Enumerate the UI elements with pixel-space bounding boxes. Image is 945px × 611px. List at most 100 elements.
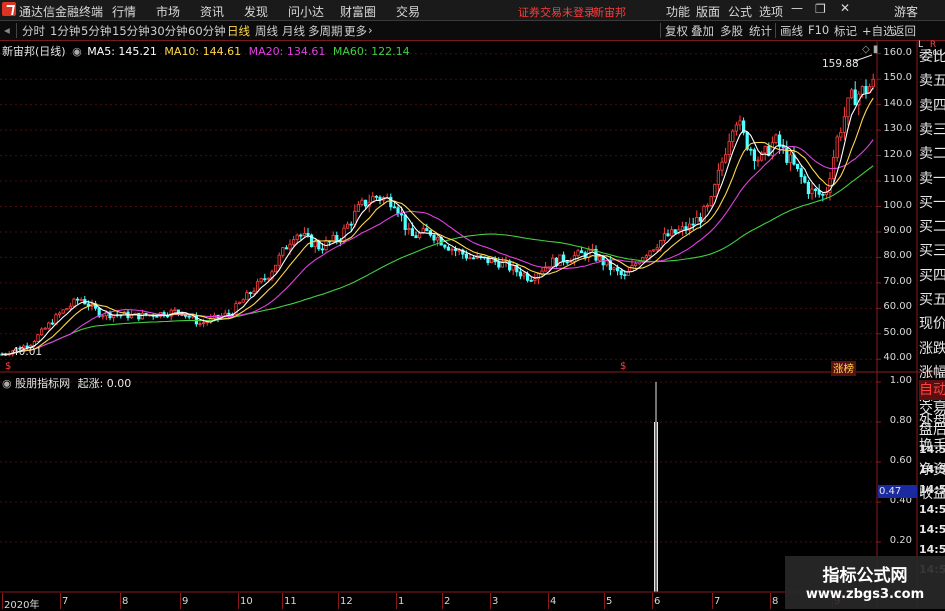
quote-label[interactable]: 买二 [919, 215, 945, 239]
quote-label[interactable]: 买五 [919, 288, 945, 312]
menu-item-gongshi[interactable]: 公式 [728, 3, 752, 20]
candle-body [558, 254, 562, 267]
candle-body [392, 206, 397, 209]
btn-tongji[interactable]: 统计 [749, 23, 772, 39]
quote-label[interactable]: 买三 [919, 239, 945, 263]
menu-item-shichang[interactable]: 市场 [156, 3, 180, 20]
candle-body [263, 278, 267, 281]
candle-body [662, 233, 667, 241]
btn-duogu[interactable]: 多股 [720, 23, 743, 39]
quote-label[interactable]: 卖四 [919, 94, 945, 118]
candle-body [76, 298, 80, 301]
candle-body [540, 270, 544, 275]
btn-diejia[interactable]: 叠加 [691, 23, 714, 39]
sub-y-tick-label: 0.80 [889, 415, 912, 426]
menu-item-banmian[interactable]: 版面 [696, 3, 720, 20]
watermark-title: 指标公式网 [822, 566, 908, 586]
trade-label[interactable]: 交易 [919, 400, 945, 420]
quote-label[interactable]: 卖五 [919, 69, 945, 93]
x-tick-mark [120, 593, 121, 609]
quote-label[interactable]: 委比 [919, 45, 945, 69]
candle-body [842, 116, 847, 133]
guest-label[interactable]: 游客 [894, 3, 918, 20]
quote-label[interactable]: 涨跌 [919, 337, 945, 361]
candle-body [291, 239, 296, 245]
menu-item-caifuquan[interactable]: 财富圈 [340, 3, 376, 20]
menu-item-hangqing[interactable]: 行情 [112, 3, 136, 20]
candle-body [565, 261, 569, 264]
trade-label[interactable]: 盘后 [919, 420, 945, 440]
dividend-marker-icon[interactable]: $ [620, 361, 626, 372]
ma10-label: MA10: 144.61 [164, 45, 242, 58]
candle-body [716, 169, 721, 185]
btn-huaxian[interactable]: 画线 [780, 23, 803, 39]
collapse-icon[interactable]: ◂ [4, 23, 10, 37]
minimize-icon[interactable]: — [791, 1, 803, 15]
chevron-right-icon[interactable]: › [368, 23, 373, 37]
candle-body [363, 199, 368, 207]
menu-item-gongneng[interactable]: 功能 [666, 3, 690, 20]
candle-body [464, 253, 469, 259]
tab-5min[interactable]: 5分钟 [81, 23, 111, 39]
tab-fenshi[interactable]: 分时 [22, 23, 45, 39]
candle-body [698, 217, 703, 222]
trade-label[interactable]: 14:56 [919, 480, 945, 500]
quote-label[interactable]: 现价 [919, 312, 945, 336]
candle-body [720, 161, 724, 171]
kline-chart[interactable] [0, 41, 945, 609]
tab-daily[interactable]: 日线 [227, 23, 250, 39]
btn-back[interactable]: 返回 [893, 23, 916, 39]
indicator-settings-icon[interactable]: ◉ [2, 377, 12, 390]
candle-body [497, 261, 501, 268]
candle-body [612, 267, 616, 271]
menu-item-zixun[interactable]: 资讯 [200, 3, 224, 20]
trade-label[interactable]: 14:56 [919, 500, 945, 520]
trade-label[interactable]: 14:56 [919, 520, 945, 540]
tab-15min[interactable]: 15分钟 [112, 23, 150, 39]
quote-label[interactable]: 卖一 [919, 167, 945, 191]
candle-body [245, 292, 249, 301]
menu-item-wenxiaoda[interactable]: 问小达 [288, 3, 324, 20]
candle-body [403, 214, 407, 230]
indicator-value: 起涨: 0.00 [77, 377, 132, 390]
candle-body [241, 299, 245, 303]
quote-label[interactable]: 买四 [919, 264, 945, 288]
login-status[interactable]: 证券交易未登录 [518, 4, 595, 20]
candle-body [273, 264, 278, 273]
btn-f10[interactable]: F10 [808, 23, 829, 37]
zhangbang-badge[interactable]: 涨榜 [831, 361, 856, 376]
tab-monthly[interactable]: 月线 [282, 23, 305, 39]
x-tick-label: 3 [492, 596, 499, 607]
tab-30min[interactable]: 30分钟 [150, 23, 188, 39]
btn-add-watchlist[interactable]: +自选 [862, 23, 895, 39]
tab-multi-period[interactable]: 多周期 [308, 23, 343, 39]
quote-label[interactable]: 卖二 [919, 142, 945, 166]
menu-item-xuanxiang[interactable]: 选项 [759, 3, 783, 20]
menu-item-jiaoyi[interactable]: 交易 [396, 3, 420, 20]
auto-toggle[interactable]: 自动 [919, 380, 945, 400]
restore-icon[interactable]: ❐ [815, 2, 826, 16]
settings-icon[interactable]: ◉ [72, 45, 82, 58]
quote-label[interactable]: 买一 [919, 191, 945, 215]
menu-item-faxian[interactable]: 发现 [244, 3, 268, 20]
trade-label[interactable]: 14:56 [919, 440, 945, 460]
candle-body [360, 199, 364, 205]
candle-body [605, 260, 609, 266]
chart-options-icon[interactable]: ◇ ▮ [862, 44, 878, 55]
tab-more[interactable]: 更多 [344, 23, 367, 39]
candle-body [58, 312, 62, 316]
candle-body [266, 277, 271, 280]
btn-biaoji[interactable]: 标记 [834, 23, 857, 39]
tab-weekly[interactable]: 周线 [255, 23, 278, 39]
candle-body [443, 244, 447, 248]
dividend-marker-icon[interactable]: $ [5, 361, 11, 372]
btn-fuquan[interactable]: 复权 [665, 23, 688, 39]
close-icon[interactable]: ✕ [840, 1, 850, 15]
tab-1min[interactable]: 1分钟 [50, 23, 80, 39]
quote-label[interactable]: 卖三 [919, 118, 945, 142]
candle-body [734, 124, 739, 132]
candle-body [706, 204, 710, 208]
tab-60min[interactable]: 60分钟 [188, 23, 226, 39]
x-tick-mark [338, 593, 339, 609]
trade-label[interactable]: 14:56 [919, 460, 945, 480]
